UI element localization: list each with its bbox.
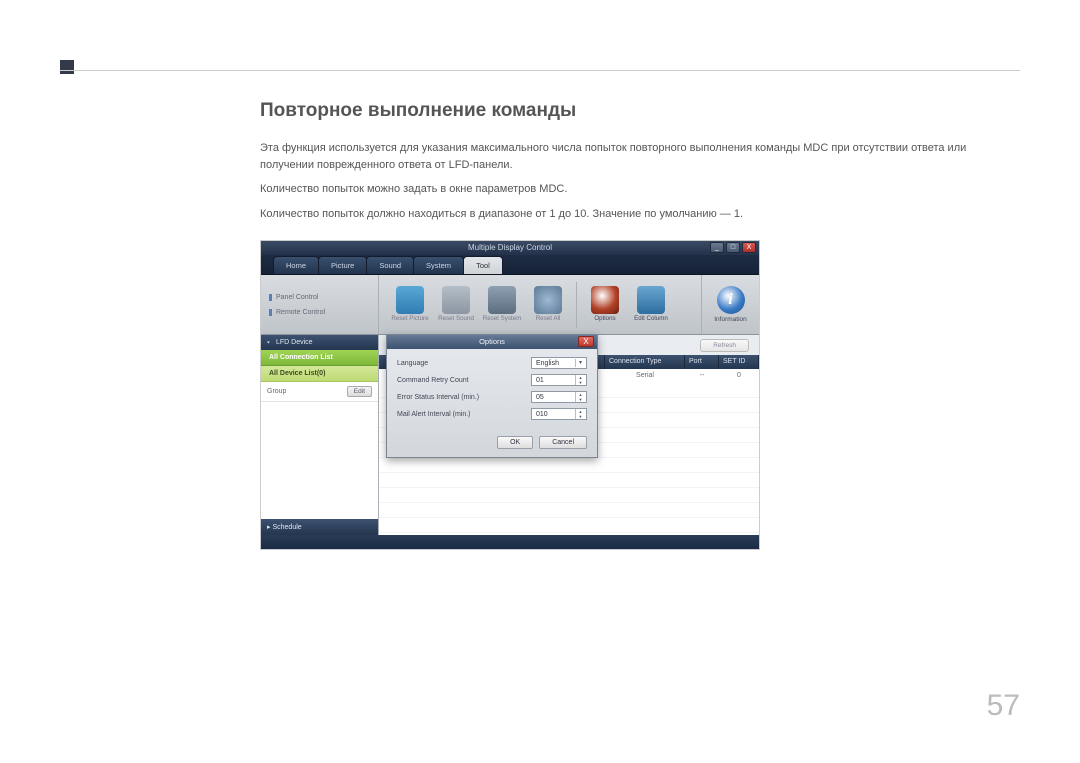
reset-sound-button[interactable]: Reset Sound [435, 280, 477, 330]
spin-down-icon: ▼ [576, 414, 585, 419]
reset-picture-button[interactable]: Reset Picture [389, 280, 431, 330]
reset-system-icon [488, 286, 516, 314]
window-close-button[interactable]: X [742, 242, 756, 253]
mail-interval-spinner[interactable]: 010 ▲▼ [531, 408, 587, 420]
retry-count-value: 01 [536, 377, 544, 384]
th-port: Port [685, 355, 719, 369]
language-value: English [536, 360, 559, 367]
reset-sound-label: Reset Sound [438, 316, 474, 322]
retry-count-spinner[interactable]: 01 ▲▼ [531, 374, 587, 386]
ribbon-separator [576, 282, 577, 328]
reset-sound-icon [442, 286, 470, 314]
sidebar-group-row: Group Edit [261, 382, 378, 402]
ok-button[interactable]: OK [497, 436, 533, 449]
mail-interval-value: 010 [536, 411, 548, 418]
group-edit-button[interactable]: Edit [347, 386, 372, 397]
language-label: Language [397, 360, 531, 367]
section-title: Повторное выполнение команды [260, 100, 1020, 122]
window-title: Multiple Display Control [468, 243, 552, 252]
cell-connection-type: Serial [605, 369, 685, 383]
error-interval-spinner[interactable]: 05 ▲▼ [531, 391, 587, 403]
body-paragraph: Количество попыток можно задать в окне п… [260, 181, 1020, 198]
body-paragraph: Эта функция используется для указания ма… [260, 140, 1020, 173]
sidebar-spacer [261, 402, 378, 519]
app-screenshot: Multiple Display Control _ □ X Home Pict… [260, 240, 760, 550]
reset-system-label: Reset System [483, 316, 522, 322]
tab-system[interactable]: System [413, 256, 464, 274]
reset-all-label: Reset All [536, 316, 560, 322]
sidebar-item-all-connection[interactable]: All Connection List [261, 350, 378, 366]
reset-picture-icon [396, 286, 424, 314]
options-dialog: Options X Language English ▾ Command Ret… [386, 334, 598, 458]
th-connection-type: Connection Type [605, 355, 685, 369]
information-button[interactable]: i Information [701, 275, 759, 334]
dialog-titlebar: Options X [387, 335, 597, 349]
cancel-button[interactable]: Cancel [539, 436, 587, 449]
dialog-title: Options [479, 337, 505, 346]
sidebar-header-lfd[interactable]: ▾ LFD Device [261, 335, 378, 350]
language-select[interactable]: English ▾ [531, 357, 587, 369]
chevron-down-icon: ▾ [575, 359, 585, 367]
refresh-button[interactable]: Refresh [700, 339, 749, 352]
window-minimize-button[interactable]: _ [710, 242, 724, 253]
chapter-marker [60, 60, 74, 74]
tab-tool[interactable]: Tool [463, 256, 503, 274]
remote-control-link[interactable]: Remote Control [269, 309, 370, 316]
sidebar-schedule-label: Schedule [272, 524, 301, 531]
options-label: Options [594, 316, 615, 322]
menu-bar: Home Picture Sound System Tool [261, 255, 759, 275]
cell-set-id: 0 [719, 369, 759, 383]
panel-control-link[interactable]: Panel Control [269, 294, 370, 301]
reset-picture-label: Reset Picture [391, 316, 428, 322]
info-label: Information [714, 316, 747, 323]
tab-picture[interactable]: Picture [318, 256, 367, 274]
device-sidebar: ▾ LFD Device All Connection List All Dev… [261, 335, 379, 535]
sidebar-header-schedule[interactable]: ▸ Schedule [261, 519, 378, 535]
reset-all-button[interactable]: Reset All [527, 280, 569, 330]
error-interval-value: 05 [536, 394, 544, 401]
body-paragraph: Количество попыток должно находиться в д… [260, 206, 1020, 223]
sidebar-header-label: LFD Device [276, 339, 313, 346]
ribbon-toolbar: Panel Control Remote Control Reset Pictu… [261, 275, 759, 335]
info-icon: i [717, 286, 745, 314]
group-label: Group [267, 388, 286, 395]
sidebar-item-all-device[interactable]: All Device List(0) [261, 366, 378, 382]
tab-sound[interactable]: Sound [366, 256, 414, 274]
mail-interval-label: Mail Alert Interval (min.) [397, 411, 531, 418]
horizontal-rule [60, 70, 1020, 71]
options-button[interactable]: Options [584, 280, 626, 330]
chevron-right-icon: ▸ [267, 524, 271, 531]
status-bar [261, 535, 759, 550]
options-icon [591, 286, 619, 314]
chevron-down-icon: ▾ [267, 340, 270, 345]
spin-down-icon: ▼ [576, 380, 585, 385]
window-titlebar: Multiple Display Control _ □ X [261, 241, 759, 255]
th-set-id: SET ID [719, 355, 759, 369]
tab-home[interactable]: Home [273, 256, 319, 274]
edit-column-icon [637, 286, 665, 314]
reset-all-icon [534, 286, 562, 314]
retry-count-label: Command Retry Count [397, 377, 531, 384]
window-maximize-button[interactable]: □ [726, 242, 740, 253]
dialog-close-button[interactable]: X [578, 336, 594, 347]
cell-port: -- [685, 369, 719, 383]
edit-column-button[interactable]: Edit Column [630, 280, 672, 330]
edit-column-label: Edit Column [634, 316, 668, 322]
error-interval-label: Error Status Interval (min.) [397, 394, 531, 401]
page-number: 57 [987, 689, 1020, 723]
reset-system-button[interactable]: Reset System [481, 280, 523, 330]
spin-down-icon: ▼ [576, 397, 585, 402]
